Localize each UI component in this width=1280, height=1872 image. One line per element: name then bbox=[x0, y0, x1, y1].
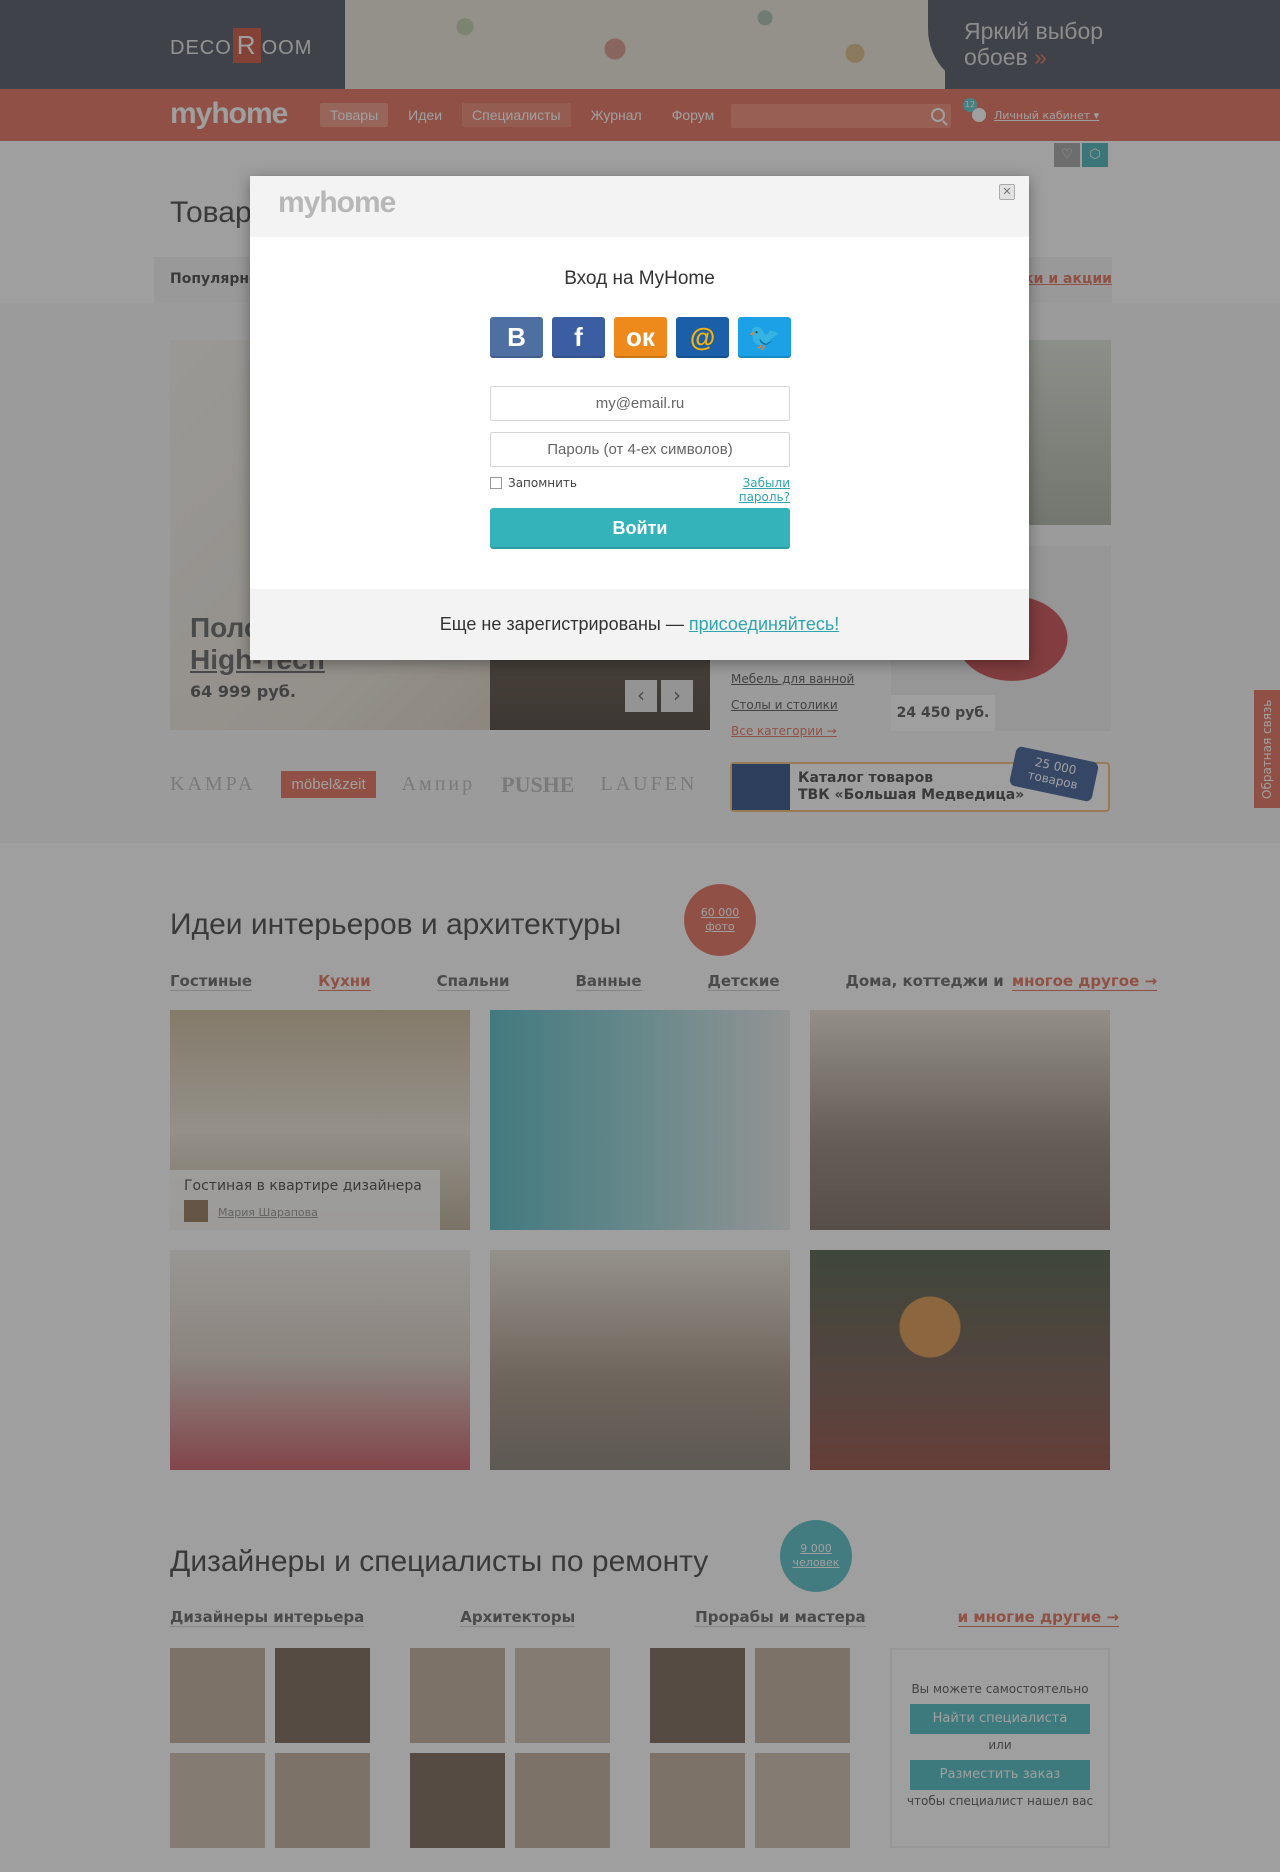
register-prompt: Еще не зарегистрированы — bbox=[439, 614, 684, 634]
modal-footer: Еще не зарегистрированы — присоединяйтес… bbox=[250, 589, 1029, 660]
twitter-icon[interactable]: 🐦 bbox=[738, 317, 791, 358]
social-login-buttons: B f ок @ 🐦 bbox=[490, 317, 791, 358]
forgot-password-link[interactable]: Забыли пароль? bbox=[690, 476, 790, 504]
login-button[interactable]: Войти bbox=[490, 508, 790, 549]
email-field[interactable] bbox=[490, 386, 790, 421]
facebook-icon[interactable]: f bbox=[552, 317, 605, 358]
login-modal: myhome ✕ Вход на MyHome B f ок @ 🐦 Запом… bbox=[250, 176, 1029, 660]
mailru-icon[interactable]: @ bbox=[676, 317, 729, 358]
remember-checkbox[interactable] bbox=[490, 477, 502, 489]
odnoklassniki-icon[interactable]: ок bbox=[614, 317, 667, 358]
modal-logo: myhome bbox=[278, 186, 396, 219]
modal-header: myhome ✕ bbox=[250, 176, 1029, 237]
remember-me[interactable]: Запомнить bbox=[490, 476, 577, 490]
remember-label: Запомнить bbox=[508, 476, 577, 490]
vk-icon[interactable]: B bbox=[490, 317, 543, 358]
password-field[interactable] bbox=[490, 432, 790, 467]
register-link[interactable]: присоединяйтесь! bbox=[689, 614, 839, 634]
close-icon[interactable]: ✕ bbox=[999, 184, 1015, 200]
modal-title: Вход на MyHome bbox=[564, 268, 715, 289]
